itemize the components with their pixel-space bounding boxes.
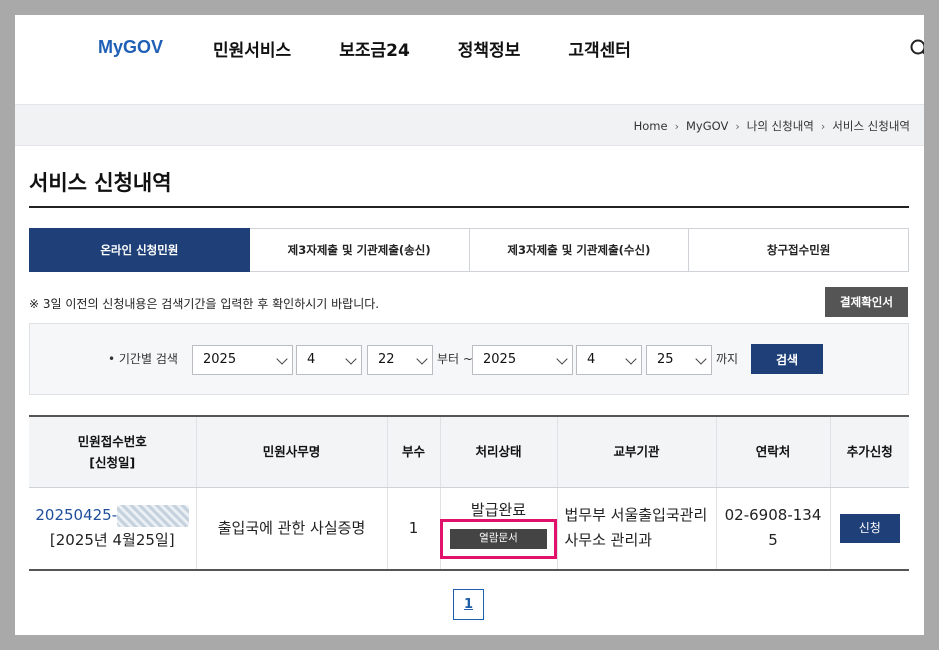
page-title: 서비스 신청내역 bbox=[29, 171, 172, 195]
tab-third-party-received[interactable]: 제3자제출 및 기관제출(수신) bbox=[469, 228, 690, 272]
nav-item-customer-center[interactable]: 고객센터 bbox=[568, 36, 631, 61]
from-month-select[interactable]: 4 bbox=[296, 345, 362, 375]
to-month-select[interactable]: 4 bbox=[576, 345, 642, 375]
nav-item-civil-service[interactable]: 민원서비스 bbox=[213, 36, 291, 61]
redacted-blur bbox=[117, 504, 190, 527]
from-day-select[interactable]: 22 bbox=[367, 345, 433, 375]
top-navigation: MyGOV 민원서비스 보조금24 정책정보 고객센터 bbox=[15, 15, 924, 104]
breadcrumb: Home › MyGOV › 나의 신청내역 › 서비스 신청내역 bbox=[634, 118, 910, 134]
chevron-right-icon: › bbox=[674, 119, 679, 133]
tab-counter-applications[interactable]: 창구접수민원 bbox=[689, 228, 909, 272]
agency-line-2: 사무소 관리과 bbox=[564, 531, 653, 550]
breadcrumb-my-applications[interactable]: 나의 신청내역 bbox=[747, 118, 814, 134]
pagination-page-1[interactable]: 1 bbox=[453, 589, 484, 620]
agency-line-1: 법무부 서울출입국관리 bbox=[564, 506, 708, 525]
search-button[interactable]: 검색 bbox=[751, 344, 823, 374]
applications-table: 민원접수번호 [신청일] 민원사무명 부수 처리상태 교부기관 연락처 추가신청… bbox=[29, 415, 909, 571]
title-divider bbox=[29, 206, 909, 208]
to-day-select[interactable]: 25 bbox=[646, 345, 712, 375]
to-month-value: 4 bbox=[587, 352, 596, 367]
contact-phone: 02-6908-134 5 bbox=[716, 487, 831, 571]
chevron-right-icon: › bbox=[820, 119, 826, 133]
chevron-down-icon bbox=[276, 353, 288, 365]
to-label: 까지 bbox=[716, 352, 739, 366]
nav-item-subsidy[interactable]: 보조금24 bbox=[339, 36, 410, 61]
payment-confirmation-button[interactable]: 결제확인서 bbox=[825, 287, 908, 317]
search-icon[interactable] bbox=[910, 39, 924, 59]
highlight-box: 열람문서 bbox=[440, 518, 557, 559]
breadcrumb-mygov[interactable]: MyGOV bbox=[686, 119, 728, 133]
mygov-logo[interactable]: MyGOV bbox=[98, 37, 163, 58]
nav-item-policy[interactable]: 정책정보 bbox=[458, 36, 521, 61]
tab-third-party-sent[interactable]: 제3자제출 및 기관제출(송신) bbox=[249, 228, 470, 272]
from-year-value: 2025 bbox=[203, 352, 237, 367]
view-document-button[interactable]: 열람문서 bbox=[450, 528, 547, 549]
col-service-name: 민원사무명 bbox=[196, 415, 388, 488]
notice-text: ※ 3일 이전의 신청내용은 검색기간을 입력한 후 확인하시기 바랍니다. bbox=[29, 297, 380, 311]
phone-line-1: 02-6908-134 bbox=[724, 506, 822, 525]
tab-bar: 온라인 신청민원 제3자제출 및 기관제출(송신) 제3자제출 및 기관제출(수… bbox=[29, 228, 909, 272]
to-year-value: 2025 bbox=[483, 352, 517, 367]
from-label: 부터 ~ bbox=[437, 352, 473, 366]
col-apply-date-label: [신청일] bbox=[89, 454, 136, 470]
service-name: 출입국에 관한 사실증명 bbox=[196, 487, 388, 571]
to-day-value: 25 bbox=[657, 352, 674, 367]
col-agency: 교부기관 bbox=[557, 415, 717, 488]
apply-date: [2025년 4월25일] bbox=[49, 531, 175, 550]
phone-line-2: 5 bbox=[768, 531, 778, 550]
receipt-number-link[interactable]: 20250425- bbox=[35, 504, 190, 527]
table-header-row: 민원접수번호 [신청일] 민원사무명 부수 처리상태 교부기관 연락처 추가신청 bbox=[29, 415, 909, 488]
col-status: 처리상태 bbox=[440, 415, 558, 488]
issuing-agency: 법무부 서울출입국관리 사무소 관리과 bbox=[557, 487, 717, 571]
chevron-down-icon bbox=[695, 353, 707, 365]
status-cell: 발급완료 열람문서 bbox=[440, 487, 558, 571]
chevron-down-icon bbox=[556, 353, 568, 365]
chevron-right-icon: › bbox=[735, 119, 740, 133]
copies-count: 1 bbox=[387, 487, 441, 571]
from-month-value: 4 bbox=[307, 352, 316, 367]
apply-button[interactable]: 신청 bbox=[839, 513, 900, 543]
page: MyGOV 민원서비스 보조금24 정책정보 고객센터 Home › MyGOV… bbox=[15, 15, 924, 635]
col-extra-apply: 추가신청 bbox=[830, 415, 909, 488]
period-search-label: • 기간별 검색 bbox=[108, 352, 178, 366]
breadcrumb-current: 서비스 신청내역 bbox=[832, 119, 910, 133]
col-phone: 연락처 bbox=[716, 415, 831, 488]
main-nav: 민원서비스 보조금24 정책정보 고객센터 bbox=[213, 36, 679, 61]
from-day-value: 22 bbox=[378, 352, 395, 367]
to-year-select[interactable]: 2025 bbox=[472, 345, 573, 375]
period-search-box: • 기간별 검색 2025 4 22 부터 ~ 2025 4 25 까지 검색 bbox=[29, 323, 909, 395]
breadcrumb-home[interactable]: Home bbox=[634, 119, 668, 133]
col-receipt-no-label: 민원접수번호 bbox=[77, 433, 147, 449]
chevron-down-icon bbox=[625, 353, 637, 365]
tab-online-applications[interactable]: 온라인 신청민원 bbox=[29, 228, 250, 272]
col-receipt-no: 민원접수번호 [신청일] bbox=[29, 415, 197, 488]
table-row: 20250425- [2025년 4월25일] 출입국에 관한 사실증명 1 발… bbox=[29, 487, 909, 571]
receipt-cell: 20250425- [2025년 4월25일] bbox=[29, 487, 197, 571]
extra-apply-cell: 신청 bbox=[830, 487, 909, 571]
breadcrumb-bar: Home › MyGOV › 나의 신청내역 › 서비스 신청내역 bbox=[15, 104, 924, 146]
from-year-select[interactable]: 2025 bbox=[192, 345, 293, 375]
col-copies: 부수 bbox=[387, 415, 441, 488]
chevron-down-icon bbox=[345, 353, 357, 365]
chevron-down-icon bbox=[416, 353, 428, 365]
